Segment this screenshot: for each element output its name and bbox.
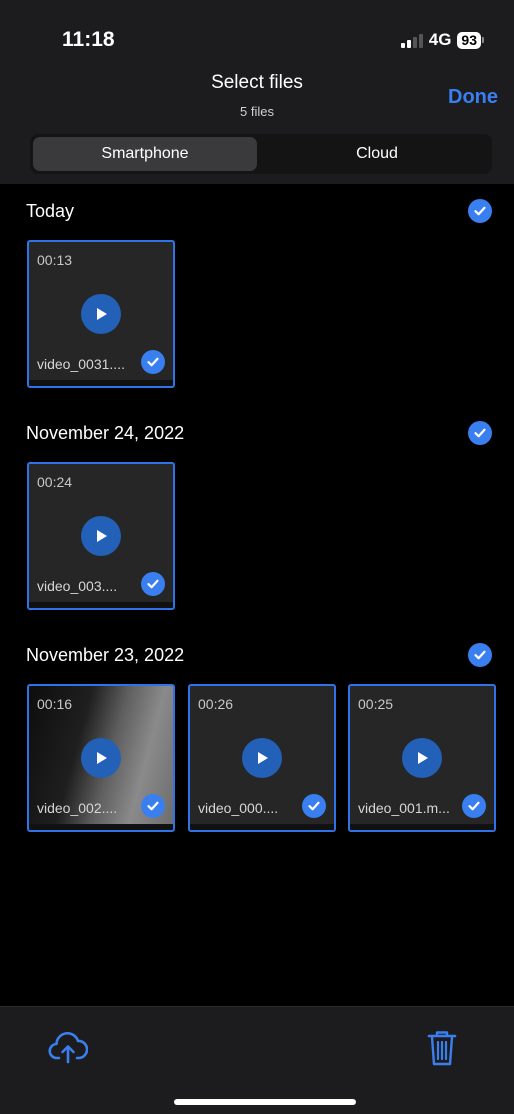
section-select-today-checkbox[interactable]: [468, 199, 492, 223]
delete-button[interactable]: [424, 1029, 460, 1072]
play-icon[interactable]: [81, 738, 121, 778]
thumbnail-strip: [29, 380, 173, 386]
thumbnail-strip: [29, 824, 173, 830]
selected-check-icon[interactable]: [302, 794, 326, 818]
video-thumbnail[interactable]: 00:24 video_003....: [27, 462, 175, 610]
source-segmented-control: Smartphone Cloud: [30, 134, 492, 174]
video-filename: video_001.m...: [358, 800, 450, 816]
selected-check-icon[interactable]: [141, 572, 165, 596]
cloud-upload-icon: [48, 1032, 89, 1064]
video-duration: 00:13: [37, 252, 73, 268]
video-duration: 00:16: [37, 696, 73, 712]
tab-smartphone[interactable]: Smartphone: [33, 137, 257, 171]
play-icon[interactable]: [242, 738, 282, 778]
video-filename: video_000....: [198, 800, 279, 816]
section-title-today: Today: [26, 201, 75, 221]
thumbnail-strip: [29, 602, 173, 608]
home-indicator: [174, 1099, 356, 1105]
video-duration: 00:26: [198, 696, 234, 712]
signal-icon: [400, 32, 423, 48]
header-area: 11:18 4G 93 Select files 5 files Done Sm…: [0, 0, 514, 184]
section-select-nov-24-checkbox[interactable]: [468, 421, 492, 445]
video-thumbnail[interactable]: 00:16 video_002....: [27, 684, 175, 832]
battery-level: 93: [457, 31, 481, 49]
thumbnail-strip: [190, 824, 334, 830]
selected-check-icon[interactable]: [462, 794, 486, 818]
bottom-toolbar: [0, 1006, 514, 1114]
video-filename: video_0031....: [37, 356, 125, 372]
section-title-nov-24: November 24, 2022: [26, 423, 185, 443]
network-type: 4G: [428, 30, 452, 49]
trash-icon: [427, 1031, 457, 1066]
tab-cloud[interactable]: Cloud: [265, 137, 489, 171]
page-title: Select files: [211, 72, 303, 93]
video-thumbnail[interactable]: 00:13 video_0031....: [27, 240, 175, 388]
status-indicators: 4G 93: [400, 30, 484, 50]
play-icon[interactable]: [81, 516, 121, 556]
video-duration: 00:24: [37, 474, 73, 490]
selected-check-icon[interactable]: [141, 794, 165, 818]
checkmark-icon: [474, 428, 486, 438]
play-icon[interactable]: [402, 738, 442, 778]
section-title-nov-23: November 23, 2022: [26, 645, 185, 665]
selected-check-icon[interactable]: [141, 350, 165, 374]
battery-icon: 93: [457, 31, 484, 49]
play-icon[interactable]: [81, 294, 121, 334]
checkmark-icon: [474, 206, 486, 216]
video-thumbnail[interactable]: 00:26 video_000....: [188, 684, 336, 832]
section-select-nov-23-checkbox[interactable]: [468, 643, 492, 667]
file-count: 5 files: [240, 104, 274, 119]
thumbnail-strip: [350, 824, 494, 830]
video-filename: video_003....: [37, 578, 118, 594]
video-thumbnail[interactable]: 00:25 video_001.m...: [348, 684, 496, 832]
checkmark-icon: [474, 650, 486, 660]
upload-button[interactable]: [48, 1031, 89, 1070]
done-button[interactable]: Done: [448, 86, 498, 109]
video-duration: 00:25: [358, 696, 394, 712]
status-bar: 11:18 4G 93: [0, 0, 514, 60]
status-time: 11:18: [62, 28, 115, 51]
video-filename: video_002....: [37, 800, 118, 816]
